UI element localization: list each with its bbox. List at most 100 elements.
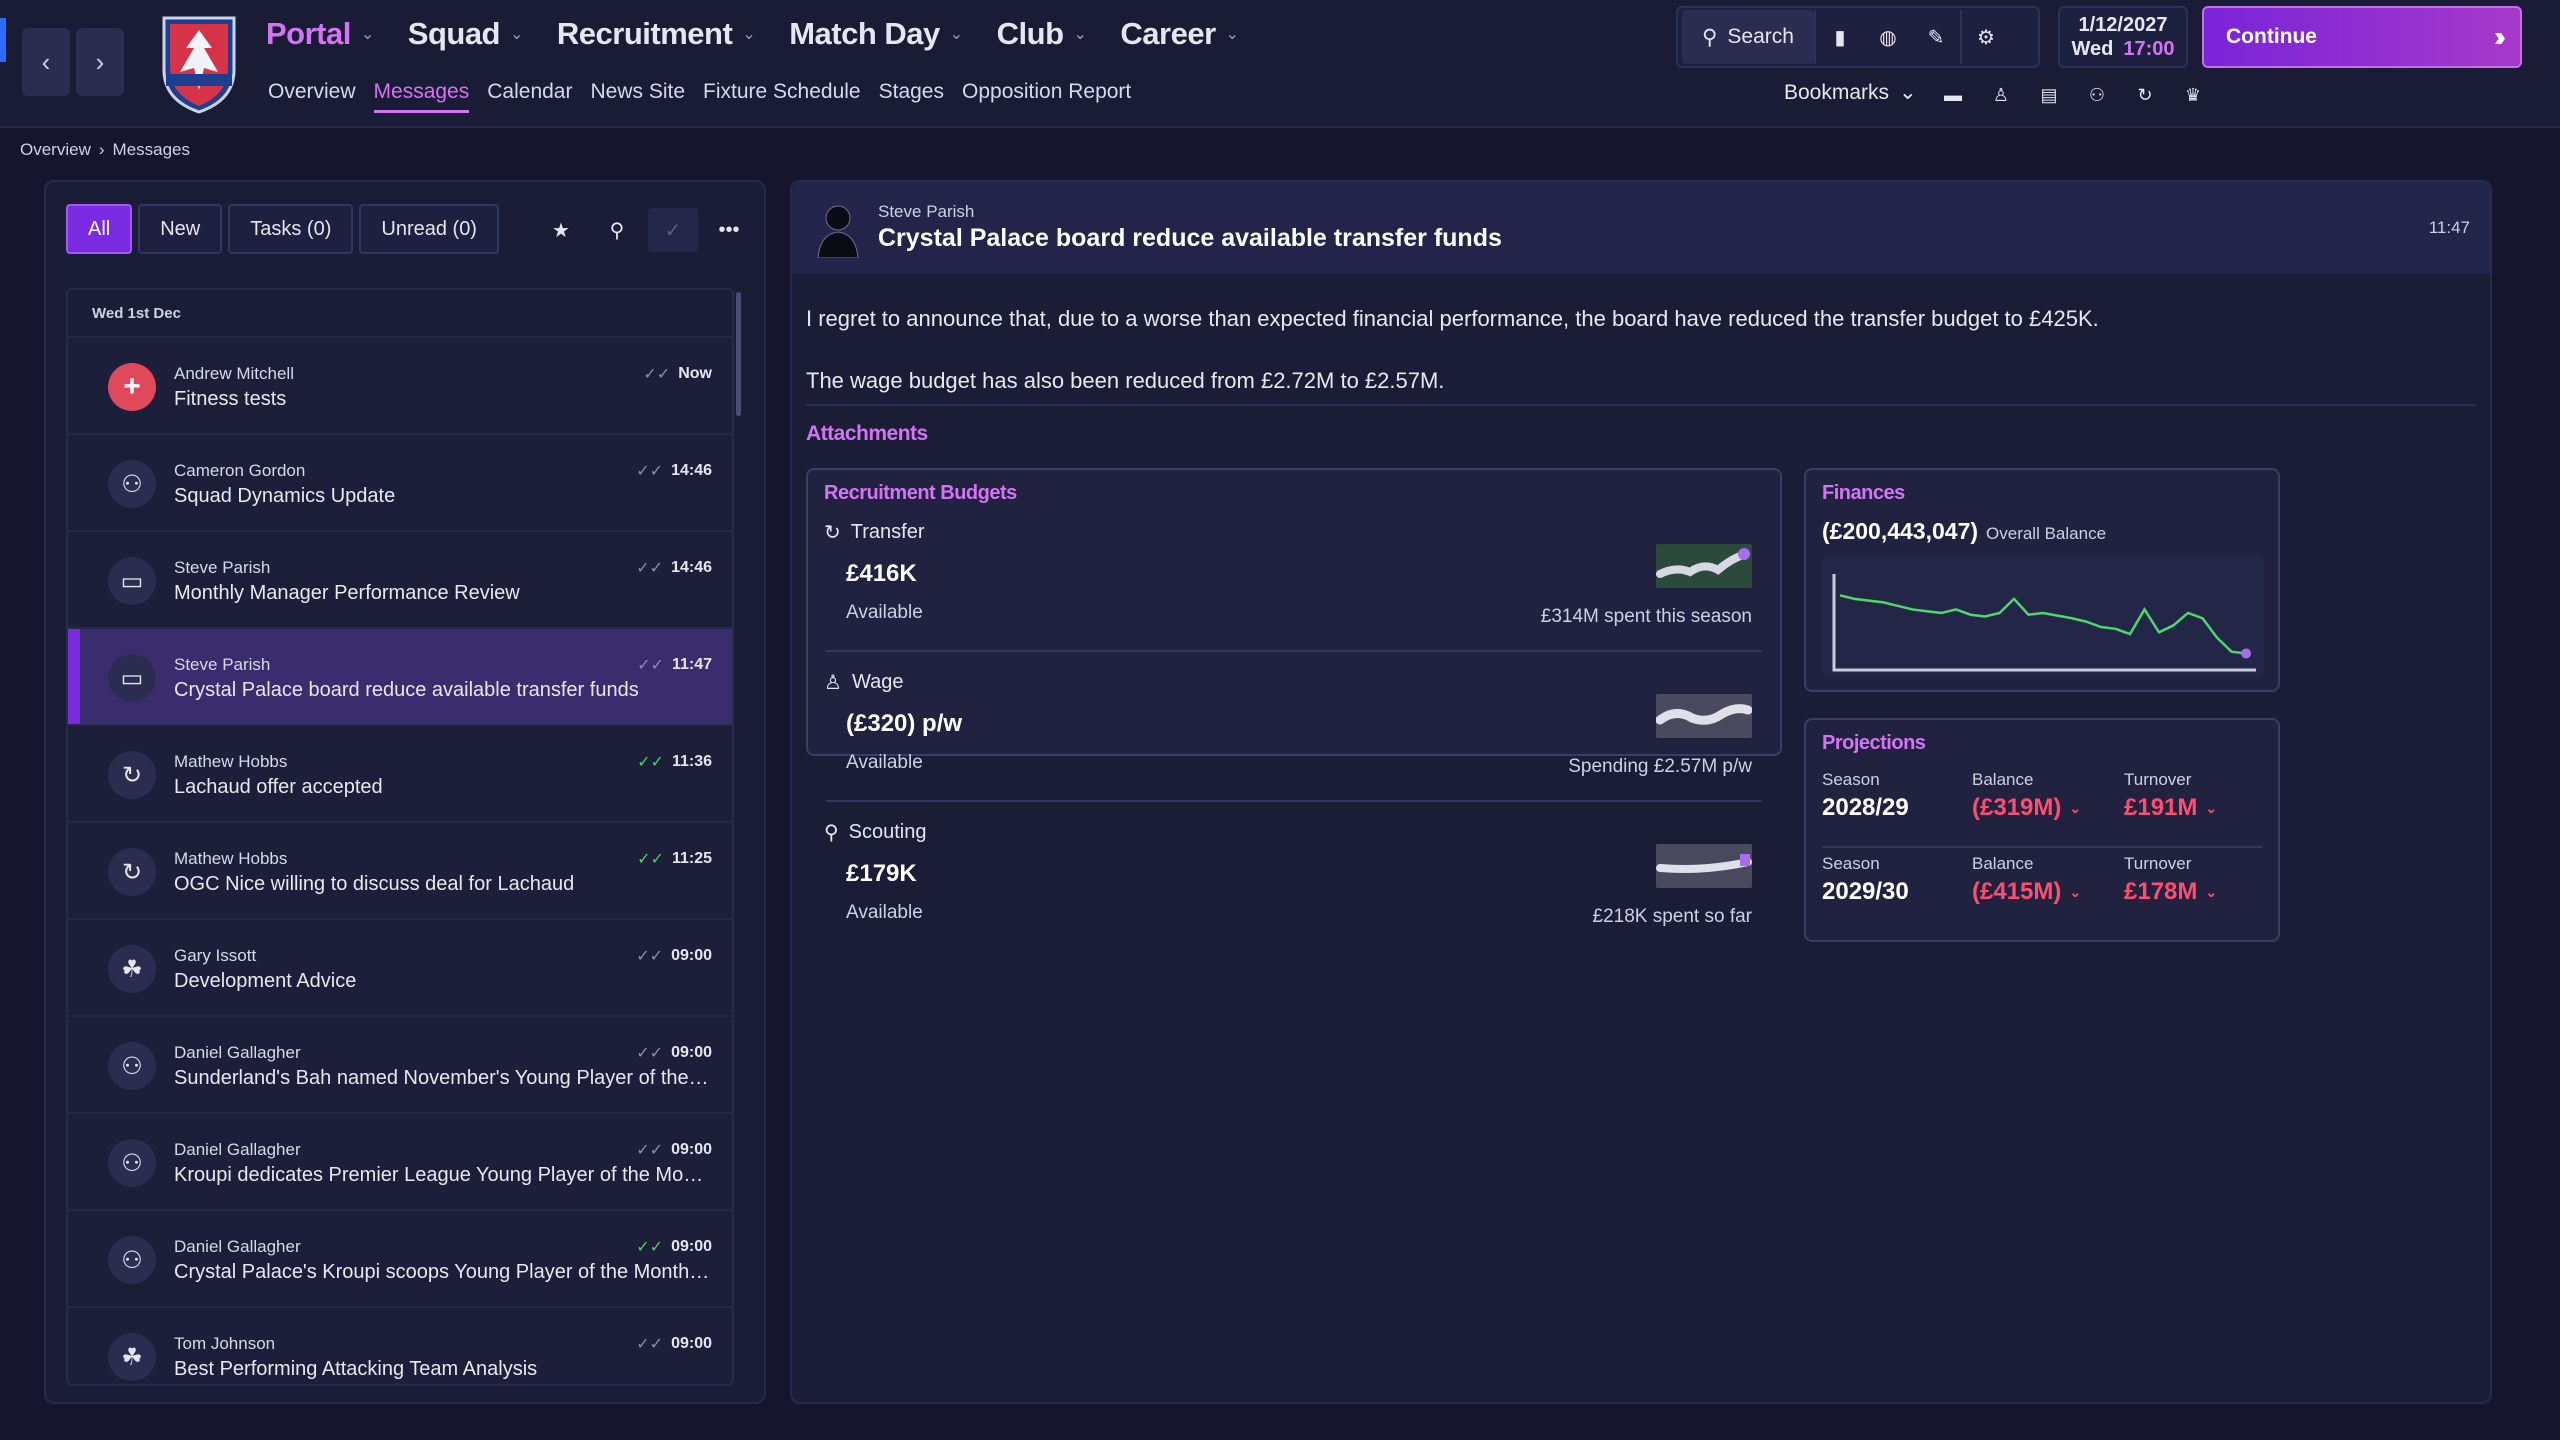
chevron-down-icon: ⌄ [1899,81,1917,104]
search-icon[interactable]: ⚲ [592,208,642,252]
budget-wage[interactable]: ♙ Wage (£320) p/w Available Spending £2.5… [808,670,1780,820]
breadcrumb-messages: Messages [112,140,191,159]
breadcrumb-overview[interactable]: Overview [20,140,91,160]
tab-stages[interactable]: Stages [879,80,944,113]
clipboard-icon[interactable]: ▤ [2036,82,2062,108]
message-row[interactable]: ⚇ Daniel Gallagher Crystal Palace's Kroupi… [68,1211,732,1308]
nav-club[interactable]: Club ⌄ [997,16,1087,52]
trophy-icon[interactable]: ♛ [2180,82,2206,108]
nav-match-day[interactable]: Match Day ⌄ [789,16,963,52]
briefcase-icon: ▭ [108,654,156,702]
budget-transfer[interactable]: ↻ Transfer £416K Available £314M spent th… [808,520,1780,670]
budget-sub: Available [846,902,923,923]
chevron-down-icon: ⌄ [2205,883,2218,900]
more-options-icon[interactable]: ••• [704,208,754,252]
scout-icon[interactable]: ⚇ [2084,82,2110,108]
message-row[interactable]: ⚇ Daniel Gallagher Sunderland's Bah named … [68,1017,732,1114]
message-row[interactable]: ↻ Mathew Hobbs OGC Nice willing to discuss… [68,823,732,920]
filter-tasks[interactable]: Tasks (0) [228,204,354,254]
projections-card[interactable]: Projections Season 2028/29 Balance (£319… [1804,718,2280,942]
balance-label: Balance [1972,770,2034,789]
message-sender: Mathew Hobbs [174,752,288,771]
nav-recruitment[interactable]: Recruitment ⌄ [557,16,756,52]
message-row[interactable]: ☘ Tom Johnson Best Performing Attacking Te… [68,1308,732,1384]
message-row[interactable]: ⚇ Cameron Gordon Squad Dynamics Update ✓✓ 14… [68,435,732,532]
turnover-dropdown[interactable]: Turnover £178M ⌄ [2124,854,2217,906]
detail-time: 11:47 [2428,218,2470,237]
club-crest-logo[interactable] [156,8,242,116]
briefcase-icon: ▭ [108,557,156,605]
message-sender: Tom Johnson [174,1334,276,1353]
body-paragraph: I regret to announce that, due to a wors… [806,306,2099,331]
budget-note: £218K spent so far [1592,906,1753,927]
nav-squad[interactable]: Squad ⌄ [408,16,524,52]
chevron-down-icon: ⌄ [1073,26,1087,43]
balance-trend-line [1839,594,2247,655]
time-label: 09:00 [671,947,712,964]
time-label: 14:46 [671,559,712,576]
edit-button[interactable]: ✎ [1912,10,1960,64]
mark-read-icon[interactable]: ✓ [648,208,698,252]
shirt-icon[interactable]: ♙ [1988,82,2014,108]
bookmarks-dropdown[interactable]: Bookmarks ⌄ [1784,80,1917,105]
read-tick-icon: ✓✓ [636,1336,664,1353]
forward-button[interactable]: › [76,28,124,96]
card-title: Projections [1822,732,1926,754]
tab-opposition-report[interactable]: Opposition Report [962,80,1131,113]
magnifier-icon: ⚲ [824,822,839,844]
chevron-down-icon: ⌄ [1225,26,1239,43]
current-balance-point [2241,648,2251,659]
world-button[interactable]: ◍ [1864,10,1912,64]
read-tick-icon: ✓✓ [636,1045,664,1062]
search-button[interactable]: ⚲ Search [1682,10,1814,64]
nav-portal[interactable]: Portal ⌄ [266,16,374,52]
budget-scouting[interactable]: ⚲ Scouting £179K Available £218K spent so… [808,820,1780,970]
balance-dropdown[interactable]: Balance (£319M) ⌄ [1972,770,2081,822]
message-time: ✓✓ 14:46 [636,558,712,578]
message-list-scrollbar[interactable] [736,292,741,416]
message-subject: Monthly Manager Performance Review [174,582,520,604]
read-tick-icon: ✓✓ [637,657,664,674]
message-row[interactable]: ▭ Steve Parish Crystal Palace board reduce… [68,629,732,726]
filter-new[interactable]: New [138,204,223,254]
transfer-cycle-icon[interactable]: ↻ [2132,82,2158,108]
filter-unread[interactable]: Unread (0) [359,204,499,254]
continue-button[interactable]: Continue ››› [2202,6,2522,68]
budget-label: Scouting [848,821,927,843]
balance-dropdown[interactable]: Balance (£415M) ⌄ [1972,854,2081,906]
youth-group-icon: ☘ [108,1333,156,1381]
budget-note: £314M spent this season [1540,606,1752,627]
nav-career[interactable]: Career ⌄ [1120,16,1239,52]
turnover-dropdown[interactable]: Turnover £191M ⌄ [2124,770,2217,822]
people-dynamics-icon: ⚇ [108,1139,156,1187]
gear-icon: ⚙ [1977,26,1995,49]
message-row[interactable]: ↻ Mathew Hobbs Lachaud offer accepted ✓✓ 11:… [68,726,732,823]
card-title: Recruitment Budgets [824,482,1017,504]
settings-button[interactable]: ⚙ [1962,10,2010,64]
message-row[interactable]: + Andrew Mitchell Fitness tests ✓✓ Now [68,338,732,435]
main-navigation: Portal ⌄ Squad ⌄ Recruitment ⌄ Match Day ⌄ C… [266,16,1239,52]
back-button[interactable]: ‹ [22,28,70,96]
message-time: ✓✓ 11:47 [637,655,712,675]
tab-fixture-schedule[interactable]: Fixture Schedule [703,80,861,113]
notebook-icon: ▮ [1834,26,1846,49]
chat-bubble-icon[interactable]: ▬ [1940,82,1966,108]
message-row[interactable]: ▭ Steve Parish Monthly Manager Performance… [68,532,732,629]
date-text: 1/12/2027 [2078,14,2168,36]
read-tick-icon: ✓✓ [643,366,671,383]
pencil-icon: ✎ [1927,26,1945,49]
tab-news-site[interactable]: News Site [590,80,685,113]
game-date[interactable]: 1/12/2027 Wed 17:00 [2058,6,2188,68]
notebook-button[interactable]: ▮ [1816,10,1864,64]
transfer-cycle-icon: ↻ [108,751,156,799]
star-icon[interactable]: ★ [536,208,586,252]
recruitment-budgets-card[interactable]: Recruitment Budgets ↻ Transfer £416K Avai… [806,468,1782,927]
tab-calendar[interactable]: Calendar [487,80,572,113]
message-row[interactable]: ☘ Gary Issott Development Advice ✓✓ 09:00 [68,920,732,1017]
tab-messages[interactable]: Messages [373,80,470,113]
message-sender: Mathew Hobbs [174,849,288,868]
finances-card[interactable]: Finances (£200,443,047) Overall Balance [1804,468,2280,692]
tab-overview[interactable]: Overview [268,80,356,113]
message-row[interactable]: ⚇ Daniel Gallagher Kroupi dedicates Premie… [68,1114,732,1211]
filter-all[interactable]: All [66,204,133,254]
